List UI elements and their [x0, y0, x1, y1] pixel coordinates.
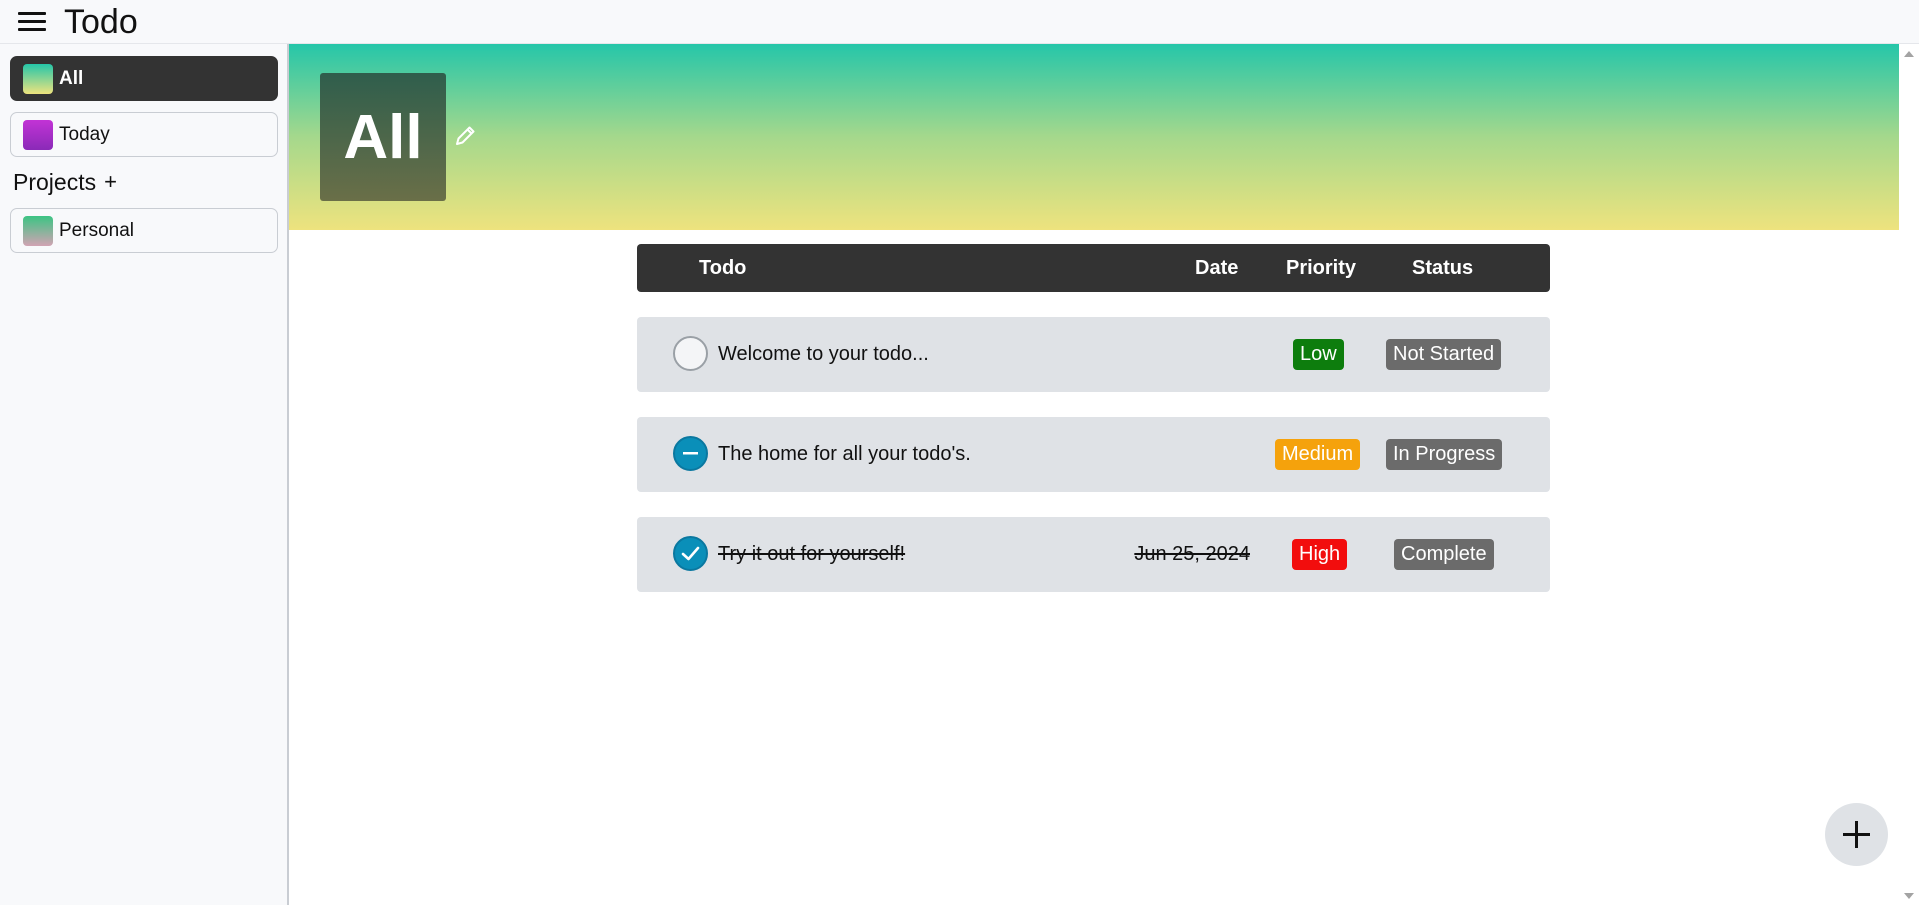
app-title: Todo	[64, 3, 138, 41]
top-bar: Todo	[0, 0, 1919, 44]
all-swatch-icon	[23, 63, 53, 94]
checkmark-icon	[681, 546, 700, 561]
sidebar: All Today Projects + Personal	[0, 44, 289, 905]
hamburger-icon[interactable]	[16, 10, 48, 34]
priority-badge: High	[1292, 539, 1348, 570]
projects-heading: Projects +	[13, 168, 117, 196]
scroll-down-arrow-icon[interactable]	[1904, 893, 1914, 899]
todo-title: The home for all your todo's.	[718, 443, 971, 465]
sidebar-item-label: Personal	[59, 219, 134, 241]
project-title: All	[343, 102, 423, 172]
sidebar-item-all[interactable]: All	[10, 56, 278, 101]
project-banner: All	[289, 44, 1899, 230]
main-content: All Todo Date Priority Status Welcome to…	[289, 44, 1899, 905]
today-swatch-icon	[23, 119, 53, 150]
add-todo-button[interactable]	[1825, 803, 1888, 866]
priority-badge: Low	[1293, 339, 1344, 370]
add-project-button[interactable]: +	[104, 171, 117, 193]
todo-table-header: Todo Date Priority Status	[637, 244, 1550, 292]
todo-date: Jun 25, 2024	[1134, 543, 1250, 565]
project-tile: All	[320, 73, 446, 201]
column-header-priority: Priority	[1286, 257, 1357, 279]
minus-icon	[683, 452, 698, 455]
scroll-up-arrow-icon[interactable]	[1904, 51, 1914, 57]
todo-row[interactable]: The home for all your todo's. Medium In …	[637, 417, 1550, 492]
scrollbar[interactable]	[1899, 44, 1919, 905]
todo-title: Welcome to your todo...	[718, 343, 929, 365]
personal-swatch-icon	[23, 215, 53, 246]
pencil-icon[interactable]	[451, 122, 479, 150]
todo-checkbox[interactable]	[673, 336, 708, 371]
todo-row[interactable]: Welcome to your todo... Low Not Started	[637, 317, 1550, 392]
todo-row[interactable]: Try it out for yourself! Jun 25, 2024 Hi…	[637, 517, 1550, 592]
todo-checkbox[interactable]	[673, 436, 708, 471]
status-badge: In Progress	[1386, 439, 1503, 470]
status-badge: Not Started	[1386, 339, 1502, 370]
priority-badge: Medium	[1275, 439, 1361, 470]
column-header-todo: Todo	[699, 257, 747, 279]
todo-title: Try it out for yourself!	[718, 543, 906, 565]
todo-checkbox[interactable]	[673, 536, 708, 571]
projects-label: Projects	[13, 168, 97, 195]
column-header-date: Date	[1195, 257, 1239, 279]
sidebar-item-personal[interactable]: Personal	[10, 208, 278, 253]
sidebar-item-today[interactable]: Today	[10, 112, 278, 157]
sidebar-item-label: Today	[59, 123, 110, 145]
status-badge: Complete	[1394, 539, 1494, 570]
plus-icon-v	[1855, 821, 1858, 848]
sidebar-item-label: All	[59, 67, 84, 89]
column-header-status: Status	[1412, 257, 1474, 279]
